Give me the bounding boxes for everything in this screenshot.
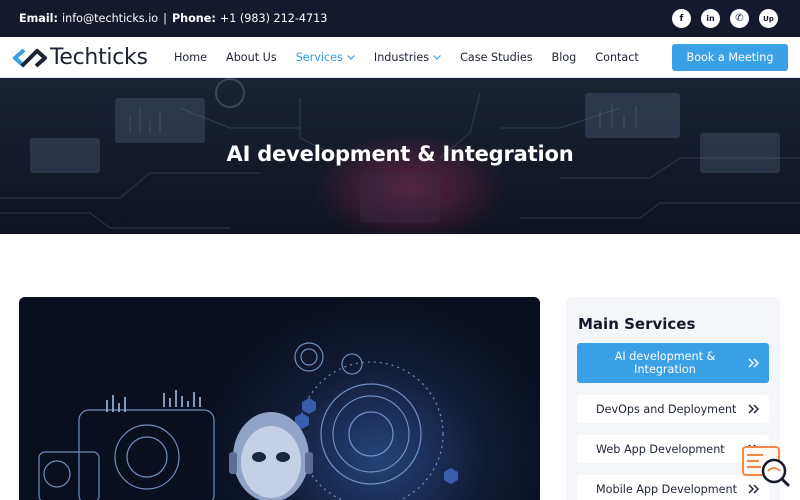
sidebar-title: Main Services: [578, 315, 696, 333]
chat-widget-button[interactable]: [741, 445, 791, 488]
ai-robot-feature-image: [19, 297, 540, 500]
main-nav: Home About Us Services Industries Case S…: [174, 37, 658, 78]
nav-home[interactable]: Home: [174, 51, 207, 64]
nav-services-label: Services: [295, 51, 343, 64]
nav-industries[interactable]: Industries: [373, 51, 442, 64]
book-meeting-button[interactable]: Book a Meeting: [672, 44, 788, 71]
phone-label: Phone:: [171, 12, 216, 25]
site-logo[interactable]: Techticks: [12, 45, 148, 70]
facebook-icon[interactable]: f: [672, 9, 691, 28]
logo-text: Techticks: [50, 45, 148, 70]
social-links: f in ✆ Up: [672, 9, 778, 28]
logo-mark-icon: [13, 48, 47, 67]
upwork-icon[interactable]: Up: [759, 9, 778, 28]
chat-search-icon: [742, 446, 790, 487]
hero-banner: AI development & Integration: [0, 78, 800, 234]
top-contact-bar: Email: info@techticks.io | Phone: +1 (98…: [0, 0, 800, 37]
phone-link[interactable]: +1 (983) 212-4713: [220, 12, 328, 25]
service-item-label: DevOps and Deployment: [596, 402, 737, 416]
double-chevron-right-icon: [739, 358, 769, 368]
service-item-label: Web App Development: [596, 442, 725, 456]
nav-case-studies[interactable]: Case Studies: [460, 51, 532, 64]
contact-separator: |: [163, 12, 167, 25]
page-title: AI development & Integration: [226, 142, 574, 166]
chevron-down-icon: [346, 55, 355, 60]
service-item-label: Mobile App Development: [596, 482, 737, 496]
site-header: Techticks Home About Us Services Industr…: [0, 37, 800, 78]
nav-blog[interactable]: Blog: [552, 51, 577, 64]
nav-about[interactable]: About Us: [226, 51, 277, 64]
double-chevron-right-icon: [739, 404, 769, 414]
service-item-label: AI development & Integration: [614, 350, 716, 376]
linkedin-icon[interactable]: in: [701, 9, 720, 28]
ai-robot-illustration: [38, 342, 458, 500]
email-link[interactable]: info@techticks.io: [62, 12, 158, 25]
nav-contact[interactable]: Contact: [595, 51, 639, 64]
nav-industries-label: Industries: [373, 51, 430, 64]
chevron-down-icon: [433, 55, 442, 60]
service-item-ai-development[interactable]: AI development & Integration: [577, 343, 769, 383]
service-item-devops[interactable]: DevOps and Deployment: [577, 395, 769, 423]
whatsapp-icon[interactable]: ✆: [730, 9, 749, 28]
nav-services[interactable]: Services: [296, 51, 355, 64]
email-label: Email:: [19, 12, 58, 25]
